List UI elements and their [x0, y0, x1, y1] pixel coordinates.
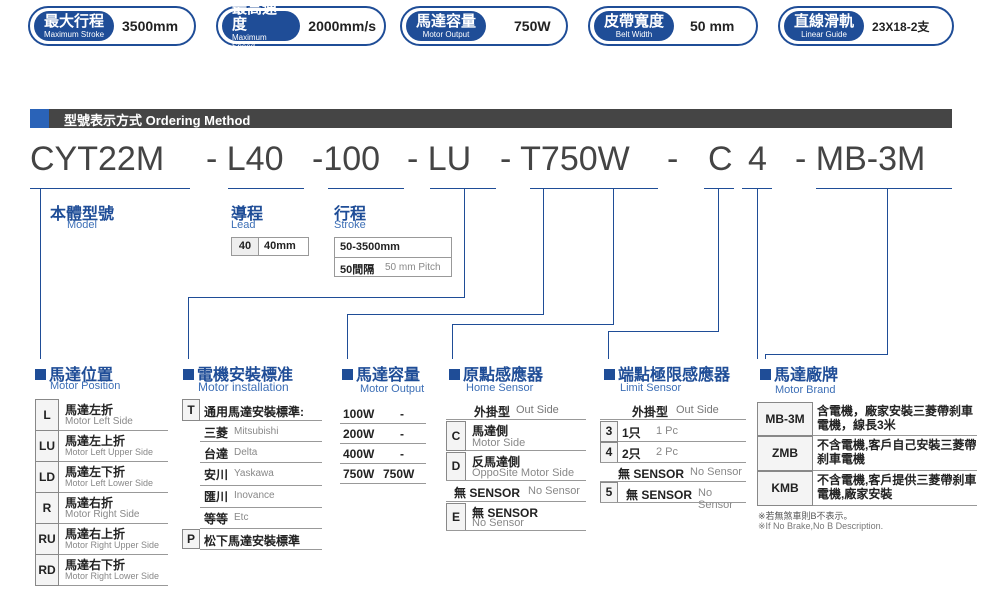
- spec-pill-speed: 最高速度 Maximum Speed 2000mm/s: [216, 1, 386, 51]
- square-bullet-icon: [183, 369, 194, 380]
- underline: [816, 188, 952, 189]
- underline: [30, 188, 190, 189]
- underline: [328, 188, 404, 189]
- spec-value: 2000mm/s: [308, 18, 376, 34]
- section-header-bar: 型號表示方式 Ordering Method: [30, 109, 952, 128]
- spec-label: 馬達容量: [416, 12, 477, 30]
- connector-line: [188, 297, 189, 359]
- lead-label-en: Lead: [231, 219, 256, 231]
- home-sensor-table: 外掛型 Out Side C 馬達側 Motor Side D 反馬達側 Opp…: [446, 399, 586, 534]
- code-model: CYT22M: [30, 140, 165, 178]
- motor-install-table: T 通用馬達安裝標準: 三菱 Mitsubishi 台達 Delta 安川 Ya…: [182, 399, 322, 553]
- underline: [704, 188, 734, 189]
- connector-line: [608, 331, 609, 359]
- spec-label: 最高速度: [232, 0, 278, 33]
- table-row: 750W 750W: [340, 464, 426, 484]
- spec-value: 23X18-2支: [872, 19, 930, 34]
- stroke-pitch: 50間隔: [340, 264, 375, 276]
- lead-table: 40 40mm: [231, 237, 309, 256]
- spec-pill-motor-output: 馬達容量 Motor Output 750W: [400, 6, 568, 46]
- code-lead: - L40: [206, 140, 284, 178]
- spec-label-en: Maximum Stroke: [44, 29, 105, 39]
- connector-line: [543, 189, 544, 315]
- lead-code: 40: [232, 238, 259, 255]
- connector-line: [887, 189, 888, 355]
- square-bullet-icon: [604, 369, 615, 380]
- table-row: 400W -: [340, 444, 426, 464]
- stroke-table: 50-3500mm 50間隔 50 mm Pitch: [334, 237, 452, 277]
- underline: [228, 188, 304, 189]
- stroke-range: 50-3500mm: [340, 241, 400, 253]
- connector-line: [452, 324, 614, 325]
- table-row: L 馬達左折 Motor Left Side: [35, 399, 168, 431]
- table-row: KMB 不含電機,客戶提供三菱帶刹車電機,廠家安裝: [757, 471, 977, 506]
- table-row: R 馬達右折 Motor Right Side: [35, 492, 168, 524]
- connector-line: [347, 314, 544, 315]
- square-bullet-icon: [35, 369, 46, 380]
- stroke-label-en: Stroke: [334, 219, 366, 231]
- connector-line: [765, 354, 888, 355]
- square-bullet-icon: [760, 369, 771, 380]
- spec-value: 3500mm: [122, 18, 179, 34]
- model-label-en: Model: [67, 219, 97, 231]
- code-motor-brand: - MB-3M: [795, 140, 926, 178]
- spec-label-en: Linear Guide: [801, 29, 847, 39]
- lead-value: 40mm: [264, 240, 296, 252]
- motor-brand-heading-en: Motor Brand: [775, 384, 836, 396]
- connector-line: [347, 314, 348, 359]
- spec-pill-linear-guide: 直線滑軌 Linear Guide 23X18-2支: [778, 6, 954, 46]
- table-row: LD 馬達左下折 Motor Left Lower Side: [35, 461, 168, 493]
- connector-line: [608, 331, 719, 332]
- table-row: RD 馬達右下折 Motor Right Lower Side: [35, 554, 168, 586]
- spec-pill-stroke: 最大行程 Maximum Stroke 3500mm: [28, 6, 196, 46]
- code-dash: -: [667, 140, 679, 178]
- motor-output-heading: 馬達容量: [342, 361, 420, 385]
- section-square-icon: [30, 109, 49, 128]
- spec-value: 750W: [514, 18, 551, 34]
- motor-brand-table: MB-3M 含電機，廠家安裝三菱帶刹車電機，線長3米 ZMB 不含電機,客戶自己…: [757, 402, 977, 506]
- connector-line: [718, 189, 719, 332]
- table-row: ZMB 不含電機,客戶自己安裝三菱帶刹車電機: [757, 436, 977, 471]
- section-title: 型號表示方式 Ordering Method: [64, 113, 251, 128]
- code-home-sensor: C: [708, 140, 733, 178]
- connector-line: [613, 189, 614, 325]
- limit-sensor-heading-en: Limit Sensor: [620, 382, 682, 394]
- motor-brand-note-en: ※If No Brake,No B Description.: [758, 521, 884, 531]
- spec-label: 直線滑軌: [794, 12, 855, 30]
- table-row: RU 馬達右上折 Motor Right Upper Side: [35, 523, 168, 555]
- code-motor-output: - T750W: [500, 140, 630, 178]
- code-limit-sensor: 4: [748, 140, 767, 178]
- connector-line: [757, 189, 758, 359]
- motor-install-heading-en: Motor installation: [198, 380, 289, 394]
- spec-label: 最大行程: [44, 12, 105, 30]
- spec-pill-belt-width: 皮帶寬度 Belt Width 50 mm: [588, 6, 758, 46]
- motor-position-heading-en: Motor Position: [50, 380, 121, 392]
- stroke-pitch-en: 50 mm Pitch: [385, 262, 441, 273]
- spec-label-en: Belt Width: [615, 29, 653, 39]
- table-row: 100W -: [340, 404, 426, 424]
- underline: [530, 188, 658, 189]
- limit-sensor-table: 外掛型 Out Side 3 1只 1 Pc 4 2只 2 Pc 無 SENSO…: [600, 399, 746, 511]
- connector-line: [452, 324, 453, 359]
- table-row: 200W -: [340, 424, 426, 444]
- connector-line: [464, 189, 465, 297]
- motor-brand-heading: 馬達廠牌: [760, 361, 838, 385]
- motor-output-heading-en: Motor Output: [360, 383, 425, 395]
- spec-label: 皮帶寬度: [604, 12, 665, 30]
- spec-label-en: Maximum Speed: [232, 33, 267, 51]
- table-row: LU 馬達左上折 Motor Left Upper Side: [35, 430, 168, 462]
- underline: [430, 188, 496, 189]
- code-stroke: -100: [312, 140, 381, 178]
- connector-line: [188, 297, 465, 298]
- square-bullet-icon: [449, 369, 460, 380]
- table-row: MB-3M 含電機，廠家安裝三菱帶刹車電機，線長3米: [757, 402, 977, 436]
- spec-value: 50 mm: [690, 18, 735, 34]
- code-motor-position: - LU: [407, 140, 472, 178]
- connector-line: [40, 189, 41, 359]
- home-sensor-heading-en: Home Sensor: [466, 382, 534, 394]
- spec-label-en: Motor Output: [422, 29, 470, 39]
- square-bullet-icon: [342, 369, 353, 380]
- connector-line: [765, 354, 766, 359]
